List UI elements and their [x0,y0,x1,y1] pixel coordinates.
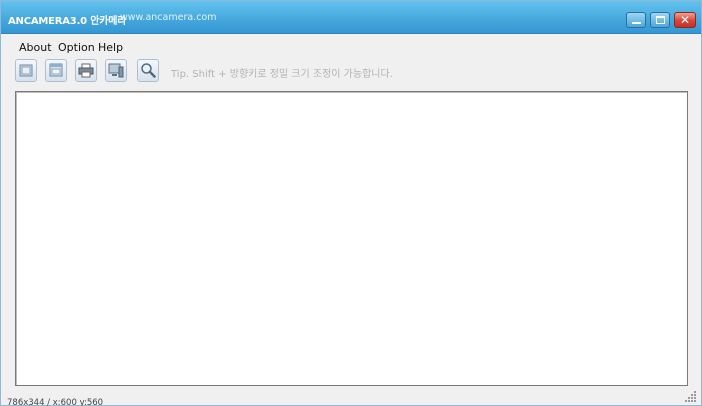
menu-help[interactable]: Help [98,41,123,54]
status-bar: 786x344 / x:600 y:560 [7,390,104,406]
square-frame-icon [19,64,33,77]
window-title: ANCAMERA3.0 안카메라 [8,16,127,27]
magnifier-icon [141,63,156,78]
maximize-button[interactable] [650,12,670,28]
maximize-icon [656,16,665,24]
square-frame-button[interactable] [15,59,37,82]
menu-option[interactable]: Option [58,41,95,54]
zoom-button[interactable] [137,59,159,82]
printer-icon [78,63,94,78]
menu-about[interactable]: About [19,41,52,54]
title-bar[interactable]: ANCAMERA3.0 안카메라 www.ancamera.com ✕ [1,1,701,34]
window-frame-icon [49,63,63,77]
minimize-icon [632,22,641,24]
app-window: ANCAMERA3.0 안카메라 www.ancamera.com ✕ Abou… [0,0,702,406]
minimize-button[interactable] [626,12,646,28]
capture-area[interactable] [15,91,688,386]
resize-grip-icon[interactable] [685,390,697,402]
close-button[interactable]: ✕ [674,12,696,28]
print-button[interactable] [75,59,97,82]
close-icon: ✕ [679,13,691,27]
window-frame-button[interactable] [45,59,67,82]
window-url: www.ancamera.com [120,12,217,23]
monitor-button[interactable] [105,59,127,82]
tip-text: Tip. Shift + 방향키로 정밀 크기 조정이 가능합니다. [171,69,393,80]
status-dimensions: 786x344 / x:600 y:560 [7,398,104,406]
toolbar: Tip. Shift + 방향키로 정밀 크기 조정이 가능합니다. [15,59,655,85]
monitor-icon [108,63,124,78]
